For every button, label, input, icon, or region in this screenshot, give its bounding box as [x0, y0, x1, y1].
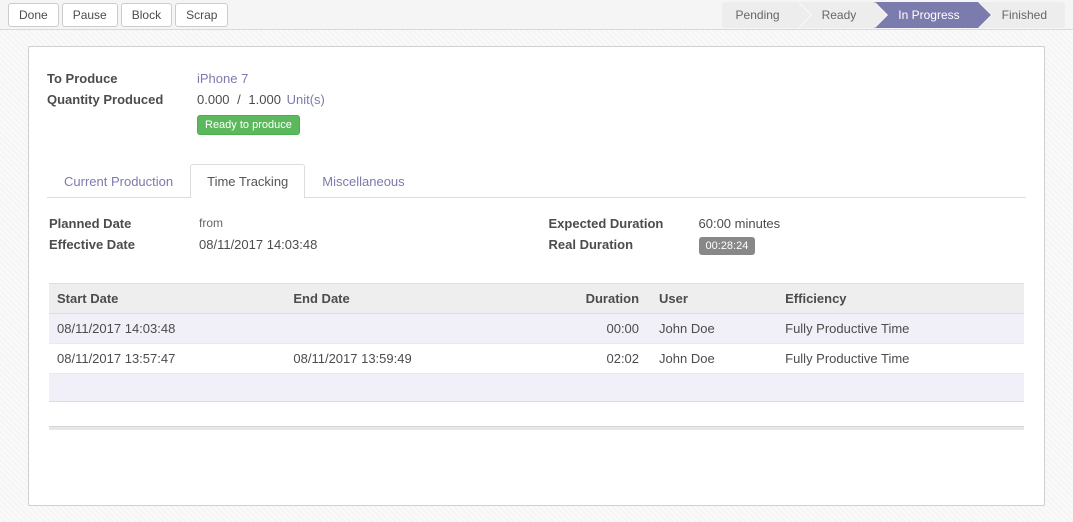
tab-current-production[interactable]: Current Production	[47, 164, 190, 198]
form-sheet: To Produce iPhone 7 Quantity Produced 0.…	[28, 46, 1045, 506]
qty-total: 1.000	[248, 92, 281, 107]
status-step-pending[interactable]: Pending	[722, 2, 798, 28]
planned-date-label: Planned Date	[49, 216, 199, 231]
product-link[interactable]: iPhone 7	[197, 71, 248, 86]
effective-date-value: 08/11/2017 14:03:48	[199, 237, 525, 252]
qty-produced-label: Quantity Produced	[47, 92, 197, 107]
cell-efficiency: Fully Productive Time	[777, 344, 1024, 374]
to-produce-label: To Produce	[47, 71, 197, 86]
col-efficiency[interactable]: Efficiency	[777, 284, 1024, 314]
col-duration[interactable]: Duration	[522, 284, 651, 314]
separator-bar	[49, 426, 1024, 430]
qty-slash: /	[233, 92, 245, 107]
action-buttons: Done Pause Block Scrap	[8, 3, 231, 27]
table-row[interactable]: 08/11/2017 13:57:4708/11/2017 13:59:4902…	[49, 344, 1024, 374]
expected-duration-value: 60:00 minutes	[699, 216, 1025, 231]
cell-user: John Doe	[651, 344, 777, 374]
cell-duration: 02:02	[522, 344, 651, 374]
unit-link[interactable]: Unit(s)	[287, 92, 325, 107]
col-end-date[interactable]: End Date	[285, 284, 521, 314]
tab-time-tracking[interactable]: Time Tracking	[190, 164, 305, 198]
real-duration-label: Real Duration	[549, 237, 699, 252]
table-row[interactable]: 08/11/2017 14:03:48 00:00John DoeFully Pr…	[49, 314, 1024, 344]
table-footer	[49, 374, 1024, 402]
status-steps: PendingReadyIn ProgressFinished	[722, 2, 1065, 28]
cell-start: 08/11/2017 13:57:47	[49, 344, 285, 374]
table-header-row: Start Date End Date Duration User Effici…	[49, 284, 1024, 314]
tab-time-tracking: Planned Date from Effective Date 08/11/2…	[47, 198, 1026, 436]
pause-button[interactable]: Pause	[62, 3, 118, 27]
cell-duration: 00:00	[522, 314, 651, 344]
col-user[interactable]: User	[651, 284, 777, 314]
planned-date-from: from	[199, 216, 525, 230]
time-tracking-table: Start Date End Date Duration User Effici…	[49, 283, 1024, 374]
tabs: Current ProductionTime TrackingMiscellan…	[47, 163, 1026, 198]
done-button[interactable]: Done	[8, 3, 59, 27]
scrap-button[interactable]: Scrap	[175, 3, 228, 27]
cell-efficiency: Fully Productive Time	[777, 314, 1024, 344]
tab-miscellaneous[interactable]: Miscellaneous	[305, 164, 421, 198]
expected-duration-label: Expected Duration	[549, 216, 699, 231]
cell-user: John Doe	[651, 314, 777, 344]
top-bar: Done Pause Block Scrap PendingReadyIn Pr…	[0, 0, 1073, 30]
qty-done: 0.000	[197, 92, 230, 107]
real-duration-chip[interactable]: 00:28:24	[699, 237, 756, 255]
effective-date-label: Effective Date	[49, 237, 199, 252]
cell-end	[285, 314, 521, 344]
col-start-date[interactable]: Start Date	[49, 284, 285, 314]
status-badge: Ready to produce	[197, 115, 300, 135]
status-step-in-progress[interactable]: In Progress	[874, 2, 977, 28]
cell-end: 08/11/2017 13:59:49	[285, 344, 521, 374]
block-button[interactable]: Block	[121, 3, 172, 27]
cell-start: 08/11/2017 14:03:48	[49, 314, 285, 344]
